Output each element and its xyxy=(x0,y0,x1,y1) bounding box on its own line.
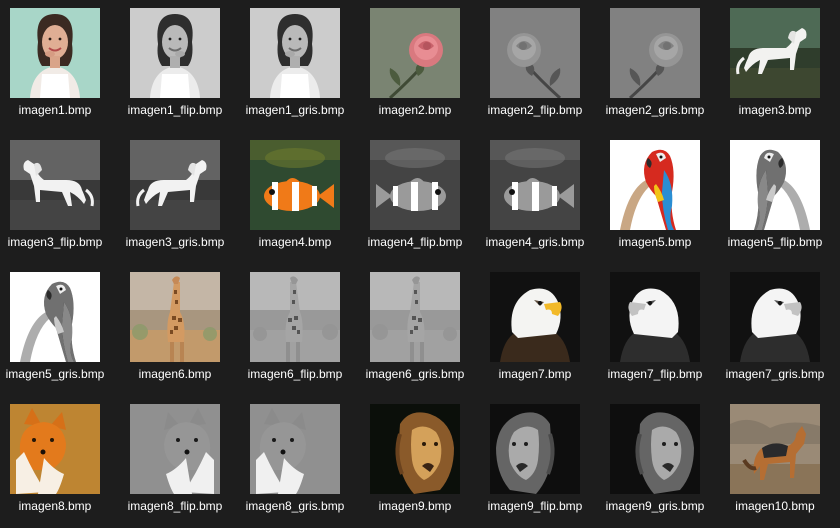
file-name-label: imagen5.bmp xyxy=(618,235,692,249)
file-name-label: imagen7_flip.bmp xyxy=(607,367,703,381)
macaw-parrot-gray-thumbnail xyxy=(730,140,820,230)
woman-portrait-color-thumbnail xyxy=(10,8,100,98)
file-item[interactable]: imagen6.bmp xyxy=(120,264,230,394)
file-item[interactable]: imagen2.bmp xyxy=(360,0,470,130)
file-name-label: imagen2_flip.bmp xyxy=(487,103,583,117)
file-grid: imagen1.bmp imagen1_flip.bmp imagen1_gri… xyxy=(0,0,840,528)
bald-eagle-color-thumbnail xyxy=(490,272,580,362)
file-item[interactable]: imagen8_flip.bmp xyxy=(120,396,230,526)
file-item[interactable]: imagen3.bmp xyxy=(720,0,830,130)
file-item[interactable]: imagen7_gris.bmp xyxy=(720,264,830,394)
rose-gray-thumbnail xyxy=(610,8,700,98)
fox-color-thumbnail xyxy=(10,404,100,494)
white-horse-gray-thumbnail xyxy=(130,140,220,230)
white-horse-color-thumbnail xyxy=(730,8,820,98)
file-item[interactable]: imagen3_flip.bmp xyxy=(0,132,110,262)
file-item[interactable]: imagen5_flip.bmp xyxy=(720,132,830,262)
file-item[interactable]: imagen2_gris.bmp xyxy=(600,0,710,130)
file-name-label: imagen3_gris.bmp xyxy=(125,235,225,249)
file-item[interactable]: imagen4_gris.bmp xyxy=(480,132,590,262)
macaw-parrot-gray-thumbnail xyxy=(10,272,100,362)
file-name-label: imagen1.bmp xyxy=(18,103,92,117)
file-item[interactable]: imagen1_gris.bmp xyxy=(240,0,350,130)
file-item[interactable]: imagen9_gris.bmp xyxy=(600,396,710,526)
clownfish-color-thumbnail xyxy=(250,140,340,230)
lion-color-thumbnail xyxy=(370,404,460,494)
woman-portrait-gray-thumbnail xyxy=(250,8,340,98)
file-name-label: imagen5_gris.bmp xyxy=(5,367,105,381)
file-item[interactable]: imagen4_flip.bmp xyxy=(360,132,470,262)
white-horse-gray-thumbnail xyxy=(10,140,100,230)
woman-portrait-gray-thumbnail xyxy=(130,8,220,98)
lion-gray-thumbnail xyxy=(610,404,700,494)
fox-gray-thumbnail xyxy=(250,404,340,494)
bald-eagle-gray-thumbnail xyxy=(730,272,820,362)
file-name-label: imagen8_gris.bmp xyxy=(245,499,345,513)
file-name-label: imagen3_flip.bmp xyxy=(7,235,103,249)
file-name-label: imagen2.bmp xyxy=(378,103,452,117)
file-name-label: imagen9_gris.bmp xyxy=(605,499,705,513)
file-item[interactable]: imagen7.bmp xyxy=(480,264,590,394)
file-name-label: imagen9_flip.bmp xyxy=(487,499,583,513)
file-item[interactable]: imagen2_flip.bmp xyxy=(480,0,590,130)
giraffe-gray-thumbnail xyxy=(250,272,340,362)
file-item[interactable]: imagen1.bmp xyxy=(0,0,110,130)
file-name-label: imagen9.bmp xyxy=(378,499,452,513)
file-name-label: imagen2_gris.bmp xyxy=(605,103,705,117)
file-name-label: imagen7_gris.bmp xyxy=(725,367,825,381)
file-name-label: imagen1_gris.bmp xyxy=(245,103,345,117)
file-item[interactable]: imagen9.bmp xyxy=(360,396,470,526)
lion-gray-thumbnail xyxy=(490,404,580,494)
file-name-label: imagen6.bmp xyxy=(138,367,212,381)
file-name-label: imagen6_flip.bmp xyxy=(247,367,343,381)
file-item[interactable]: imagen8.bmp xyxy=(0,396,110,526)
rose-gray-thumbnail xyxy=(490,8,580,98)
file-item[interactable]: imagen6_flip.bmp xyxy=(240,264,350,394)
file-name-label: imagen8.bmp xyxy=(18,499,92,513)
file-name-label: imagen6_gris.bmp xyxy=(365,367,465,381)
fox-gray-thumbnail xyxy=(130,404,220,494)
jackal-color-thumbnail xyxy=(730,404,820,494)
giraffe-color-thumbnail xyxy=(130,272,220,362)
file-item[interactable]: imagen6_gris.bmp xyxy=(360,264,470,394)
macaw-parrot-color-thumbnail xyxy=(610,140,700,230)
file-name-label: imagen8_flip.bmp xyxy=(127,499,223,513)
file-item[interactable]: imagen4.bmp xyxy=(240,132,350,262)
file-item[interactable]: imagen3_gris.bmp xyxy=(120,132,230,262)
file-name-label: imagen3.bmp xyxy=(738,103,812,117)
file-item[interactable]: imagen1_flip.bmp xyxy=(120,0,230,130)
clownfish-gray-thumbnail xyxy=(370,140,460,230)
file-name-label: imagen4_gris.bmp xyxy=(485,235,585,249)
file-item[interactable]: imagen10.bmp xyxy=(720,396,830,526)
bald-eagle-gray-thumbnail xyxy=(610,272,700,362)
file-item[interactable]: imagen7_flip.bmp xyxy=(600,264,710,394)
file-item[interactable]: imagen8_gris.bmp xyxy=(240,396,350,526)
file-item[interactable]: imagen5.bmp xyxy=(600,132,710,262)
file-item[interactable]: imagen5_gris.bmp xyxy=(0,264,110,394)
file-name-label: imagen4_flip.bmp xyxy=(367,235,463,249)
file-name-label: imagen10.bmp xyxy=(735,499,815,513)
file-name-label: imagen5_flip.bmp xyxy=(727,235,823,249)
file-item[interactable]: imagen9_flip.bmp xyxy=(480,396,590,526)
file-name-label: imagen4.bmp xyxy=(258,235,332,249)
giraffe-gray-thumbnail xyxy=(370,272,460,362)
pink-rose-thumbnail xyxy=(370,8,460,98)
clownfish-gray-thumbnail xyxy=(490,140,580,230)
file-name-label: imagen7.bmp xyxy=(498,367,572,381)
file-name-label: imagen1_flip.bmp xyxy=(127,103,223,117)
